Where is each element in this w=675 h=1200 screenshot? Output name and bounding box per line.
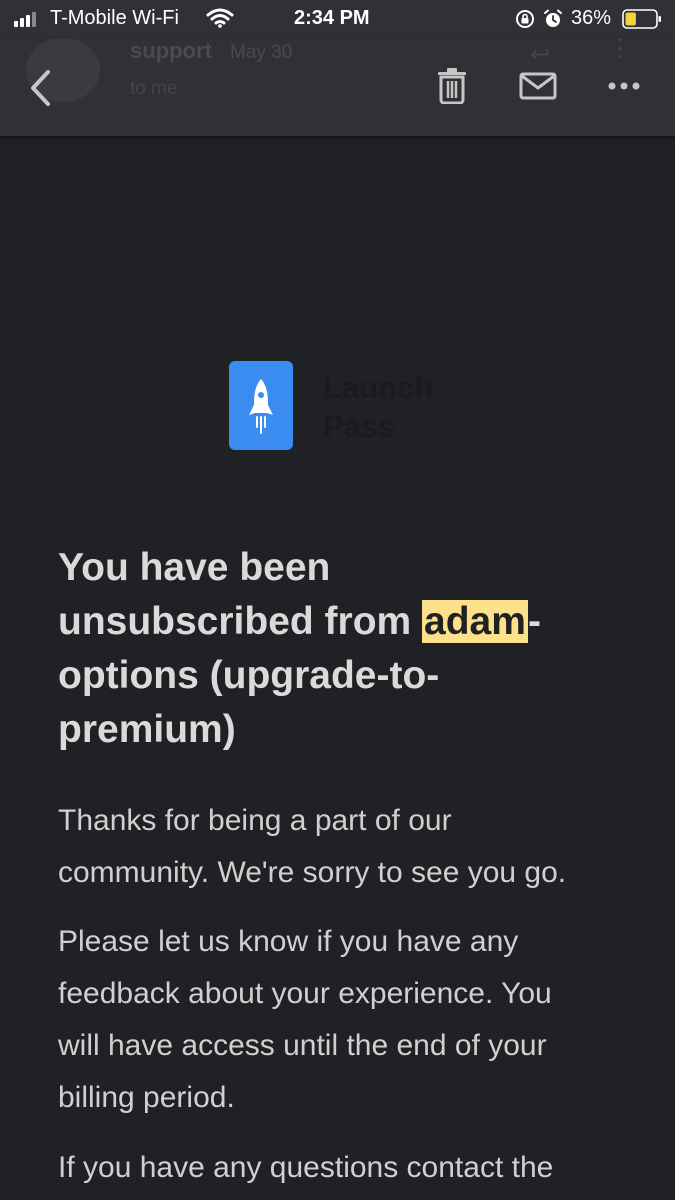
brand-name: Launch Pass: [323, 368, 463, 446]
feedback-line2: feedback about your experience. You: [58, 977, 552, 1010]
feedback-paragraph: Please let us know if you have any feedb…: [58, 916, 648, 1124]
headline-line2-prefix: unsubscribed from: [58, 600, 423, 643]
battery-fill: [625, 12, 636, 26]
headline-line2-suffix: -: [527, 600, 541, 643]
wifi-icon: [206, 8, 234, 28]
thanks-line1: Thanks for being a part of our: [58, 804, 452, 837]
trash-icon: [438, 68, 466, 104]
unsubscribe-headline: You have been unsubscribed from adam- op…: [58, 541, 628, 757]
launchpass-logo: [229, 361, 293, 450]
rocket-icon: [249, 378, 273, 434]
feedback-line1: Please let us know if you have any: [58, 925, 519, 958]
carrier-label: T-Mobile Wi-Fi: [50, 7, 179, 29]
orientation-lock-icon: [516, 10, 534, 28]
sender-name: support: [130, 38, 212, 63]
feedback-line3: will have access until the end of your: [58, 1029, 547, 1062]
sender-line: support May 30: [130, 38, 292, 64]
headline-line4: premium): [58, 708, 236, 751]
brand-name-line2: Pass: [323, 409, 396, 444]
more-options-button[interactable]: [602, 68, 646, 104]
email-date: May 30: [230, 42, 293, 63]
alarm-icon: [544, 9, 562, 27]
contact-line1: If you have any questions contact the: [58, 1151, 554, 1184]
contact-paragraph: If you have any questions contact the: [58, 1142, 648, 1194]
headline-line3: options (upgrade-to-: [58, 654, 440, 697]
clock-time: 2:34 PM: [294, 7, 370, 29]
brand-name-line1: Launch: [323, 370, 434, 405]
more-horizontal-icon: [608, 82, 640, 90]
reply-icon: ↩: [530, 41, 551, 68]
thanks-paragraph: Thanks for being a part of our community…: [58, 795, 648, 899]
recipient-line: to me: [130, 78, 178, 99]
chevron-left-icon: [31, 70, 50, 106]
search-highlight: adam: [422, 600, 528, 643]
cellular-signal-icon: [14, 12, 36, 27]
header-more-icon: ⋮: [608, 35, 632, 62]
email-app-bar: support May 30 to me ↩ ⋮: [0, 35, 675, 136]
feedback-line4: billing period.: [58, 1081, 235, 1114]
mark-unread-button[interactable]: [516, 66, 560, 106]
status-bar: T-Mobile Wi-Fi 2:34 PM 36%: [0, 0, 675, 38]
thanks-line2: community. We're sorry to see you go.: [58, 856, 567, 889]
delete-button[interactable]: [430, 64, 474, 108]
mail-icon: [519, 72, 557, 100]
battery-icon: [622, 9, 661, 29]
headline-line1: You have been: [58, 546, 331, 589]
battery-percent: 36%: [571, 7, 612, 29]
back-button[interactable]: [20, 66, 60, 110]
